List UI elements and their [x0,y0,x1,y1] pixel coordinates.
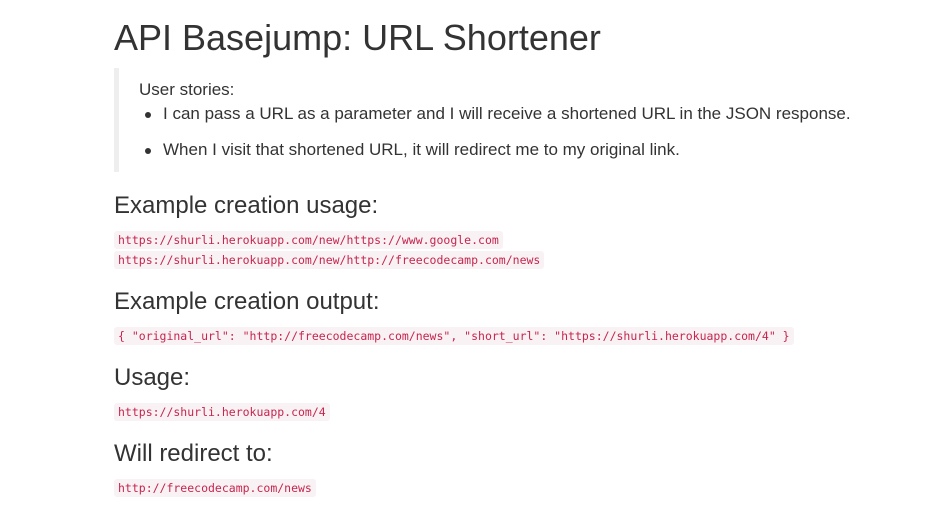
creation-output-heading: Example creation output: [114,288,380,315]
creation-usage-example: https://shurli.herokuapp.com/new/https:/… [114,231,503,249]
bullet-icon [145,148,151,154]
user-story-item: When I visit that shortened URL, it will… [145,140,680,160]
page-title: API Basejump: URL Shortener [114,17,601,58]
creation-output-example: { "original_url": "http://freecodecamp.c… [114,327,794,345]
redirect-example: http://freecodecamp.com/news [114,479,316,497]
user-story-text: When I visit that shortened URL, it will… [163,140,680,159]
user-story-text: I can pass a URL as a parameter and I wi… [163,104,851,123]
user-stories-blockquote: User stories: I can pass a URL as a para… [114,68,904,172]
creation-usage-example: https://shurli.herokuapp.com/new/http://… [114,251,545,269]
user-stories-heading: User stories: [139,80,235,99]
usage-example: https://shurli.herokuapp.com/4 [114,403,330,421]
creation-usage-heading: Example creation usage: [114,192,379,219]
usage-heading: Usage: [114,364,191,391]
redirect-heading: Will redirect to: [114,440,273,467]
user-story-item: I can pass a URL as a parameter and I wi… [145,104,851,124]
bullet-icon [145,112,151,118]
